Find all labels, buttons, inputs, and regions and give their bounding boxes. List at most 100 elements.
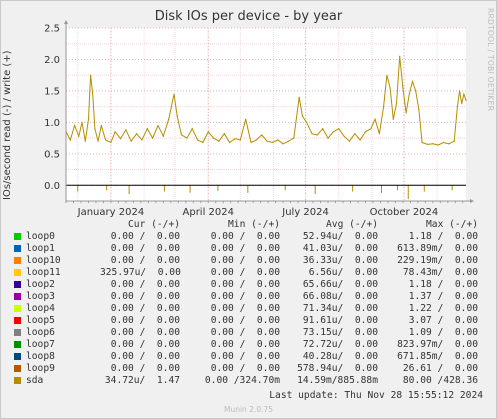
legend-header-cur: Cur (-/+) <box>128 219 180 230</box>
legend-min: 0.00 / 0.00 <box>210 363 280 374</box>
legend-row-loop0: loop0 0.00 / 0.00 0.00 / 0.00 52.94u/ 0.00 1… <box>0 231 497 243</box>
data-point-sda <box>104 139 107 141</box>
legend-name: loop7 <box>26 339 55 350</box>
data-point-sda <box>94 128 96 130</box>
data-point-sda <box>456 106 459 108</box>
data-point-sda <box>370 128 372 130</box>
legend-name: loop8 <box>26 351 55 362</box>
data-point-sda <box>100 124 102 127</box>
legend-min: 0.00 / 0.00 <box>210 291 280 302</box>
legend-max: 1.22 / 0.00 <box>408 303 478 314</box>
legend-row-loop2: loop2 0.00 / 0.00 0.00 / 0.00 65.66u/ 0.00 1… <box>0 279 497 291</box>
data-point-sda <box>84 140 86 142</box>
x-tick-label: January 2024 <box>77 207 145 218</box>
data-point-sda <box>250 141 252 144</box>
legend-avg: 578.94u/ 0.00 <box>297 363 378 374</box>
y-tick-label: 1.5 <box>44 86 60 97</box>
legend-avg: 14.59m/885.88m <box>297 375 378 386</box>
legend-swatch <box>14 365 21 372</box>
data-point-sda <box>293 137 295 139</box>
legend-name: loop9 <box>26 363 55 374</box>
data-point-sda <box>437 144 439 146</box>
legend-max: 1.18 / 0.00 <box>408 279 478 290</box>
data-point-sda <box>168 118 170 120</box>
legend-min: 0.00 /324.70m <box>204 375 280 386</box>
legend-max: 78.43m/ 0.00 <box>402 267 478 278</box>
data-point-sda <box>338 128 340 130</box>
data-point-sda <box>287 140 290 142</box>
legend-row-loop1: loop1 0.00 / 0.00 0.00 / 0.00 41.03u/ 0.00 6… <box>0 243 497 255</box>
data-point-sda <box>73 124 76 127</box>
legend-name: loop3 <box>26 291 55 302</box>
legend-name: loop6 <box>26 327 55 338</box>
data-point-sda <box>186 137 188 139</box>
legend-row-loop4: loop4 0.00 / 0.00 0.00 / 0.00 71.34u/ 0.00 1… <box>0 303 497 315</box>
legend-header-avg: Avg (-/+) <box>326 219 378 230</box>
data-point-sda <box>234 138 236 140</box>
chart-plot-area: 2.5 2.0 1.5 1.0 0.5 0.0 January 2024 April 2024… <box>44 20 474 218</box>
legend-min: 0.00 / 0.00 <box>210 327 280 338</box>
legend-header-min: Min (-/+) <box>228 219 280 230</box>
legend-swatch <box>14 305 21 312</box>
data-point-sda <box>426 143 429 145</box>
data-point-sda <box>405 112 407 114</box>
legend-avg: 52.94u/ 0.00 <box>302 231 378 242</box>
data-point-sda <box>386 74 388 76</box>
data-point-sda <box>402 87 404 89</box>
data-point-sda <box>162 135 164 137</box>
data-point-sda <box>448 143 450 145</box>
legend-header-row: Cur (-/+) Min (-/+) Avg (-/+) Max (-/+) <box>0 219 497 231</box>
legend-cur: 0.00 / 0.00 <box>110 303 180 314</box>
legend-max: 80.00 /428.36 <box>402 375 478 386</box>
data-point-sda <box>282 143 284 145</box>
data-point-sda <box>271 141 274 144</box>
legend-max: 229.19m/ 0.00 <box>397 255 478 266</box>
legend-swatch <box>14 341 21 348</box>
y-tick-label: 0.5 <box>44 149 60 160</box>
data-point-sda <box>463 93 465 95</box>
legend-min: 0.00 / 0.00 <box>210 315 280 326</box>
data-point-sda <box>202 141 204 144</box>
legend-min: 0.00 / 0.00 <box>210 279 280 290</box>
legend-max: 613.89m/ 0.00 <box>397 243 478 254</box>
legend-cur: 0.00 / 0.00 <box>110 231 180 242</box>
data-point-sda <box>421 141 423 144</box>
legend-avg: 66.08u/ 0.00 <box>302 291 378 302</box>
data-point-sda <box>277 139 279 141</box>
x-tick-label: October 2024 <box>370 207 439 218</box>
data-point-sda <box>322 128 324 130</box>
data-point-sda <box>223 133 225 135</box>
legend-header-max: Max (-/+) <box>426 219 478 230</box>
data-point-sda <box>432 143 434 145</box>
legend-max: 3.07 / 0.00 <box>408 315 478 326</box>
legend-cur: 0.00 / 0.00 <box>110 351 180 362</box>
legend-name: loop5 <box>26 315 55 326</box>
x-axis-arrow <box>470 199 474 203</box>
data-point-sda <box>261 134 263 136</box>
legend-cur: 0.00 / 0.00 <box>110 315 180 326</box>
data-point-sda <box>212 137 215 139</box>
data-point-sda <box>378 133 380 135</box>
legend-swatch <box>14 377 21 384</box>
data-point-sda <box>229 141 231 144</box>
data-point-sda <box>301 115 303 117</box>
legend-max: 671.85m/ 0.00 <box>397 351 478 362</box>
data-point-sda <box>383 106 385 108</box>
y-tick-label: 0.0 <box>44 181 60 192</box>
legend-avg: 73.15u/ 0.00 <box>302 327 378 338</box>
data-point-sda <box>395 102 398 105</box>
legend-avg: 91.61u/ 0.00 <box>302 315 378 326</box>
legend-row-loop10: loop10 0.00 / 0.00 0.00 / 0.00 36.33u/ 0.00… <box>0 255 497 267</box>
legend-max: 823.97m/ 0.00 <box>397 339 478 350</box>
data-point-sda <box>119 138 122 140</box>
legend-min: 0.00 / 0.00 <box>210 255 280 266</box>
legend-row-sda: sda 34.72u/ 1.47 0.00 /324.70m 14.59m/885.8… <box>0 375 497 387</box>
data-point-sda <box>78 135 80 137</box>
data-point-sda <box>408 93 410 95</box>
x-tick-label: July 2024 <box>281 207 329 218</box>
data-point-sda <box>458 90 461 92</box>
legend-min: 0.00 / 0.00 <box>210 243 280 254</box>
legend-min: 0.00 / 0.00 <box>210 267 280 278</box>
legend-avg: 71.34u/ 0.00 <box>302 303 378 314</box>
data-point-sda <box>97 140 99 142</box>
